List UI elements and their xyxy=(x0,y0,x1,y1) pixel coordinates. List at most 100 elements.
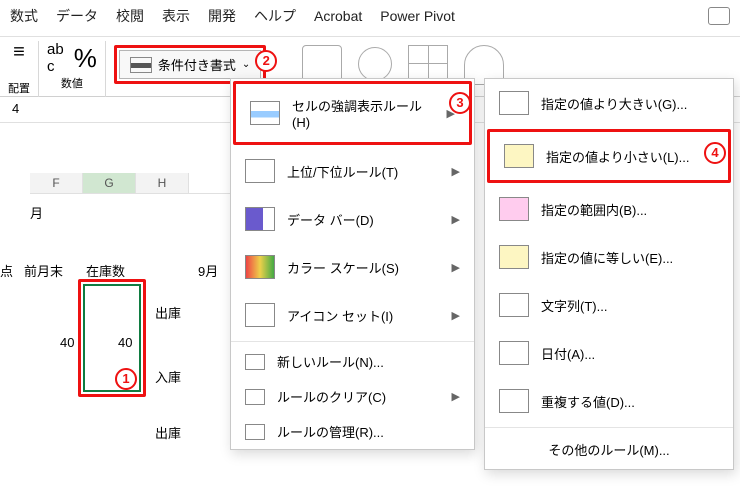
submenu-equal-to[interactable]: 指定の値に等しい(E)... xyxy=(485,233,733,281)
chevron-right-icon: ▶ xyxy=(452,165,460,178)
submenu-text-contains[interactable]: 文字列(T)... xyxy=(485,281,733,329)
clear-rules-icon xyxy=(245,389,265,405)
submenu-date-occurring[interactable]: 日付(A)... xyxy=(485,329,733,377)
menu-highlight-rules-label: セルの強調表示ルール(H) xyxy=(292,96,435,130)
formula-bar-value: 4 xyxy=(12,101,19,116)
cell-out2[interactable]: 出庫 xyxy=(155,423,181,442)
submenu-less-than-label: 指定の値より小さい(L)... xyxy=(546,147,689,166)
cell-val-f[interactable]: 40 xyxy=(60,335,74,350)
cell-val-g[interactable]: 40 xyxy=(118,335,132,350)
duplicate-icon xyxy=(499,389,529,413)
cell-label-prev[interactable]: 前月末 xyxy=(24,261,63,280)
highlight-rules-icon xyxy=(250,101,280,125)
menubar: 数式 データ 校閲 表示 開発 ヘルプ Acrobat Power Pivot xyxy=(0,0,740,37)
cell-month[interactable]: 月 xyxy=(30,203,43,222)
menu-manage-rules[interactable]: ルールの管理(R)... xyxy=(231,414,474,449)
col-header-f[interactable]: F xyxy=(30,173,83,193)
separator xyxy=(485,427,733,428)
submenu-greater-than-label: 指定の値より大きい(G)... xyxy=(541,94,687,113)
menu-new-rule[interactable]: 新しいルール(N)... xyxy=(231,344,474,379)
submenu-duplicate-values[interactable]: 重複する値(D)... xyxy=(485,377,733,425)
between-icon xyxy=(499,197,529,221)
cell-label-sept[interactable]: 9月 xyxy=(198,261,218,280)
align-icon[interactable]: ≡ xyxy=(13,41,25,64)
chevron-right-icon: ▶ xyxy=(452,390,460,403)
menu-clear-rules-label: ルールのクリア(C) xyxy=(277,387,386,406)
menu-new-rule-label: 新しいルール(N)... xyxy=(277,352,384,371)
submenu-more-rules-label: その他のルール(M)... xyxy=(548,440,669,459)
contextual-tab-icon[interactable] xyxy=(708,7,730,25)
submenu-more-rules[interactable]: その他のルール(M)... xyxy=(485,430,733,469)
top-bottom-icon xyxy=(245,159,275,183)
menu-acrobat[interactable]: Acrobat xyxy=(314,8,362,24)
highlight-rules-submenu: 指定の値より大きい(G)... 指定の値より小さい(L)... 4 指定の範囲内… xyxy=(484,78,734,470)
conditional-formatting-label: 条件付き書式 xyxy=(158,55,236,74)
date-icon xyxy=(499,341,529,365)
submenu-date-occurring-label: 日付(A)... xyxy=(541,344,595,363)
submenu-less-than[interactable]: 指定の値より小さい(L)... xyxy=(490,132,728,180)
cell-out1[interactable]: 出庫 xyxy=(155,303,181,322)
annotation-box-3: セルの強調表示ルール(H) ▶ 3 xyxy=(233,81,472,145)
submenu-duplicate-values-label: 重複する値(D)... xyxy=(541,392,635,411)
menu-color-scales-label: カラー スケール(S) xyxy=(287,258,399,277)
cell-label-k[interactable]: 点 xyxy=(0,261,13,280)
less-than-icon xyxy=(504,144,534,168)
menu-help[interactable]: ヘルプ xyxy=(254,6,296,26)
annotation-box-1: 1 xyxy=(78,279,146,397)
data-bars-icon xyxy=(245,207,275,231)
number-group-label: 数値 xyxy=(61,75,83,91)
column-headers: F G H xyxy=(30,173,230,194)
submenu-between-label: 指定の範囲内(B)... xyxy=(541,200,647,219)
col-header-h[interactable]: H xyxy=(136,173,189,193)
text-contains-icon xyxy=(499,293,529,317)
menu-top-bottom-label: 上位/下位ルール(T) xyxy=(287,162,398,181)
conditional-formatting-button[interactable]: 条件付き書式 ⌄ xyxy=(119,50,261,79)
chevron-right-icon: ▶ xyxy=(452,261,460,274)
cell-styles-icon[interactable] xyxy=(358,47,392,81)
menu-icon-sets-label: アイコン セット(I) xyxy=(287,306,393,325)
menu-manage-rules-label: ルールの管理(R)... xyxy=(277,422,384,441)
annotation-badge-4: 4 xyxy=(704,142,726,164)
manage-rules-icon xyxy=(245,424,265,440)
ribbon-group-align: ≡ 配置 xyxy=(0,41,38,96)
menu-top-bottom[interactable]: 上位/下位ルール(T) ▶ xyxy=(231,147,474,195)
submenu-text-contains-label: 文字列(T)... xyxy=(541,296,607,315)
submenu-equal-to-label: 指定の値に等しい(E)... xyxy=(541,248,673,267)
annotation-badge-3: 3 xyxy=(449,92,471,114)
menu-formula[interactable]: 数式 xyxy=(10,6,38,26)
chevron-right-icon: ▶ xyxy=(452,309,460,322)
menu-dev[interactable]: 開発 xyxy=(208,6,236,26)
conditional-formatting-icon xyxy=(130,57,152,73)
cell-label-stock[interactable]: 在庫数 xyxy=(86,261,125,280)
menu-icon-sets[interactable]: アイコン セット(I) ▶ xyxy=(231,291,474,339)
annotation-badge-1: 1 xyxy=(115,368,137,390)
menu-color-scales[interactable]: カラー スケール(S) ▶ xyxy=(231,243,474,291)
col-header-g[interactable]: G xyxy=(83,173,136,193)
chevron-right-icon: ▶ xyxy=(452,213,460,226)
menu-view[interactable]: 表示 xyxy=(162,6,190,26)
insert-icon[interactable] xyxy=(408,45,448,81)
equal-to-icon xyxy=(499,245,529,269)
menu-highlight-rules[interactable]: セルの強調表示ルール(H) ▶ xyxy=(236,84,469,142)
icon-sets-icon xyxy=(245,303,275,327)
phonetic-icon[interactable]: abc xyxy=(47,41,64,75)
menu-data-bars-label: データ バー(D) xyxy=(287,210,374,229)
percent-icon[interactable]: % xyxy=(74,45,97,71)
align-group-label: 配置 xyxy=(8,80,30,96)
separator xyxy=(231,341,474,342)
annotation-box-4: 指定の値より小さい(L)... 4 xyxy=(487,129,731,183)
menu-data[interactable]: データ xyxy=(56,6,98,26)
greater-than-icon xyxy=(499,91,529,115)
submenu-between[interactable]: 指定の範囲内(B)... xyxy=(485,185,733,233)
conditional-formatting-menu: セルの強調表示ルール(H) ▶ 3 上位/下位ルール(T) ▶ データ バー(D… xyxy=(230,78,475,450)
dropdown-chevron-icon: ⌄ xyxy=(242,59,250,70)
color-scales-icon xyxy=(245,255,275,279)
cell-in[interactable]: 入庫 xyxy=(155,367,181,386)
menu-review[interactable]: 校閲 xyxy=(116,6,144,26)
menu-clear-rules[interactable]: ルールのクリア(C) ▶ xyxy=(231,379,474,414)
menu-data-bars[interactable]: データ バー(D) ▶ xyxy=(231,195,474,243)
new-rule-icon xyxy=(245,354,265,370)
menu-powerpivot[interactable]: Power Pivot xyxy=(380,8,455,24)
submenu-greater-than[interactable]: 指定の値より大きい(G)... xyxy=(485,79,733,127)
ribbon-group-number: abc % 数値 xyxy=(39,41,105,96)
